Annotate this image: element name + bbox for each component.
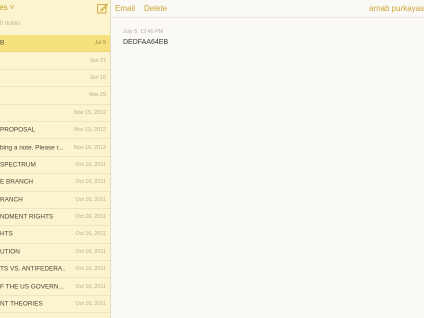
note-item-title: F THE US GOVERN... xyxy=(0,283,64,291)
notes-app: tes ˅ ll notes B Jul 5 Jun 27 Jun 16 Mar 29 N… xyxy=(0,0,424,318)
note-list: B Jul 5 Jun 27 Jun 16 Mar 29 Nov 15, 2012 PROP… xyxy=(0,35,110,318)
compose-icon[interactable] xyxy=(97,3,108,14)
note-list-item[interactable]: PROPOSAL Nov 13, 2012 xyxy=(0,122,110,140)
note-item-title: UTION xyxy=(0,248,20,256)
note-item-date: Mar 29 xyxy=(89,92,106,99)
note-item-date: Oct 16, 2011 xyxy=(75,179,106,186)
folder-title[interactable]: tes ˅ xyxy=(0,3,15,12)
note-item-date: Oct 16, 2011 xyxy=(75,196,106,203)
note-item-date: Nov 10, 2012 xyxy=(73,144,106,151)
note-item-title: E BRANCH xyxy=(0,178,34,186)
note-item-date: Jul 5 xyxy=(94,40,106,47)
note-list-item[interactable]: Mar 29 xyxy=(0,87,110,105)
note-item-date: Jun 16 xyxy=(89,74,106,81)
note-list-item[interactable]: HTS Oct 16, 2011 xyxy=(0,226,110,244)
note-list-item[interactable]: UTION Oct 16, 2011 xyxy=(0,244,110,262)
note-list-item[interactable]: NT THEORIES Oct 16, 2011 xyxy=(0,296,110,314)
account-name[interactable]: arnab purkayas xyxy=(369,4,424,13)
note-item-title: B xyxy=(0,39,5,47)
note-list-item[interactable]: SPECTRUM Oct 16, 2011 xyxy=(0,157,110,175)
note-pane: Email Delete arnab purkayas July 5, 12:4… xyxy=(112,0,424,318)
note-item-title: HTS xyxy=(0,230,13,238)
note-item-title: NDMENT RIGHTS xyxy=(0,213,54,221)
delete-button[interactable]: Delete xyxy=(144,4,167,13)
note-body[interactable]: DEDFAA64EB xyxy=(123,39,168,46)
note-item-date: Nov 13, 2012 xyxy=(73,127,106,134)
search-field[interactable]: ll notes xyxy=(0,20,21,27)
note-list-item[interactable]: Jun 16 xyxy=(0,70,110,88)
note-list-item[interactable]: B Jul 5 xyxy=(0,35,110,53)
note-list-item[interactable]: RANCH Oct 16, 2011 xyxy=(0,192,110,209)
note-list-item[interactable]: NDMENT RIGHTS Oct 16, 2011 xyxy=(0,209,110,227)
note-list-item[interactable]: Jun 27 xyxy=(0,52,110,70)
note-item-title: bing a note. Please r... xyxy=(0,144,64,152)
note-item-title: SPECTRUM xyxy=(0,161,36,169)
sidebar-header: tes ˅ xyxy=(0,0,110,17)
note-item-date: Oct 16, 2011 xyxy=(75,283,106,290)
note-list-item[interactable]: bing a note. Please r... Nov 10, 2012 xyxy=(0,139,110,157)
notes-sidebar: tes ˅ ll notes B Jul 5 Jun 27 Jun 16 Mar 29 N… xyxy=(0,0,111,318)
note-item-title: TS VS. ANTIFEDERA... xyxy=(0,265,66,273)
note-item-date: Oct 16, 2011 xyxy=(75,214,106,221)
note-item-title: NT THEORIES xyxy=(0,300,43,308)
note-list-item[interactable]: TS VS. ANTIFEDERA... Oct 16, 2011 xyxy=(0,261,110,279)
note-item-date: Oct 16, 2011 xyxy=(75,266,106,273)
note-list-item[interactable]: E BRANCH Oct 16, 2011 xyxy=(0,174,110,192)
note-timestamp: July 5, 12:40 PM xyxy=(123,29,164,35)
note-item-date: Oct 16, 2011 xyxy=(75,248,106,255)
note-item-date: Nov 15, 2012 xyxy=(73,109,106,116)
note-item-title: PROPOSAL xyxy=(0,126,36,134)
note-item-date: Oct 16, 2011 xyxy=(75,161,106,168)
note-list-item[interactable]: F THE US GOVERN... Oct 16, 2011 xyxy=(0,278,110,296)
email-button[interactable]: Email xyxy=(115,4,135,13)
note-list-item[interactable] xyxy=(0,313,110,318)
note-item-date: Oct 16, 2011 xyxy=(75,301,106,308)
note-item-title: RANCH xyxy=(0,196,23,204)
note-item-date: Jun 27 xyxy=(89,57,106,64)
toolbar: Email Delete arnab purkayas xyxy=(112,0,424,18)
note-list-item[interactable]: Nov 15, 2012 xyxy=(0,105,110,122)
note-item-date: Oct 16, 2011 xyxy=(75,231,106,238)
